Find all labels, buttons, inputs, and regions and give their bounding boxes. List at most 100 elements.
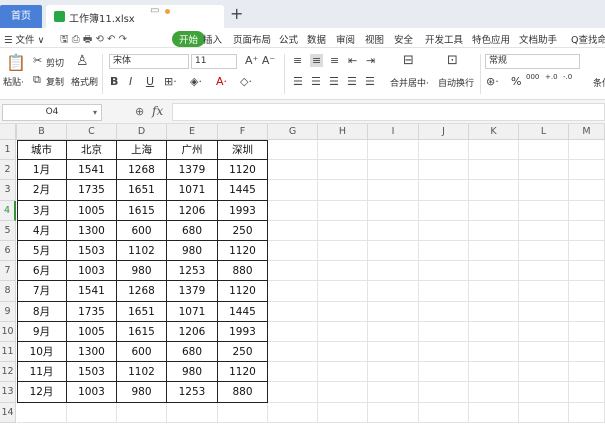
table-cell[interactable]: 250: [218, 220, 268, 241]
table-cell[interactable]: 3月: [17, 200, 67, 221]
column-header[interactable]: D: [117, 124, 167, 140]
empty-cell[interactable]: [318, 160, 368, 181]
menu-insert[interactable]: 插入: [203, 32, 222, 46]
table-cell[interactable]: 600: [117, 342, 167, 363]
row-header[interactable]: 8: [0, 281, 16, 302]
empty-cell[interactable]: [268, 362, 318, 383]
name-box[interactable]: O4 ▾: [2, 104, 102, 121]
row-header[interactable]: 14: [0, 402, 16, 423]
border-icon[interactable]: ⊞·: [164, 75, 177, 88]
zoom-icon[interactable]: ⊕: [135, 105, 144, 118]
decrease-decimal-icon[interactable]: -.0: [563, 73, 572, 81]
table-cell[interactable]: 1005: [67, 321, 117, 342]
table-cell[interactable]: 1735: [67, 180, 117, 201]
empty-cell[interactable]: [569, 160, 605, 181]
empty-cell[interactable]: [67, 402, 117, 423]
table-cell[interactable]: 250: [218, 342, 268, 363]
empty-cell[interactable]: [519, 180, 569, 201]
function-icon[interactable]: fx: [152, 104, 163, 118]
empty-cell[interactable]: [368, 200, 419, 221]
empty-cell[interactable]: [469, 241, 519, 262]
copy-button[interactable]: 复制: [46, 75, 64, 88]
empty-cell[interactable]: [368, 220, 419, 241]
tab-workbook[interactable]: 工作簿11.xlsx: [46, 5, 224, 28]
justify-icon[interactable]: ☰: [347, 75, 357, 88]
empty-cell[interactable]: [318, 220, 368, 241]
column-header[interactable]: C: [67, 124, 117, 140]
select-all-corner[interactable]: [0, 124, 16, 140]
table-cell[interactable]: 4月: [17, 220, 67, 241]
align-top-icon[interactable]: ≡: [293, 54, 302, 67]
table-cell[interactable]: 880: [218, 261, 268, 282]
menu-review[interactable]: 审阅: [336, 32, 355, 46]
font-name-select[interactable]: 宋体: [109, 54, 189, 69]
empty-cell[interactable]: [419, 281, 469, 302]
empty-cell[interactable]: [469, 220, 519, 241]
row-header[interactable]: 11: [0, 342, 16, 363]
row-header[interactable]: 3: [0, 180, 16, 201]
empty-cell[interactable]: [519, 220, 569, 241]
table-cell[interactable]: 1735: [67, 301, 117, 322]
menu-security[interactable]: 安全: [394, 32, 413, 46]
empty-cell[interactable]: [519, 402, 569, 423]
empty-cell[interactable]: [519, 140, 569, 161]
empty-cell[interactable]: [167, 402, 218, 423]
empty-cell[interactable]: [318, 281, 368, 302]
table-cell[interactable]: 1993: [218, 200, 268, 221]
empty-cell[interactable]: [519, 362, 569, 383]
table-cell[interactable]: 1206: [167, 200, 218, 221]
tab-home[interactable]: 首页: [0, 5, 42, 28]
row-header[interactable]: 9: [0, 301, 16, 322]
empty-cell[interactable]: [469, 321, 519, 342]
empty-cell[interactable]: [469, 382, 519, 403]
table-cell[interactable]: 1541: [67, 281, 117, 302]
empty-cell[interactable]: [419, 200, 469, 221]
table-cell[interactable]: 1541: [67, 160, 117, 181]
empty-cell[interactable]: [569, 342, 605, 363]
empty-cell[interactable]: [318, 342, 368, 363]
column-header[interactable]: J: [419, 124, 469, 140]
empty-cell[interactable]: [318, 362, 368, 383]
underline-icon[interactable]: U: [146, 75, 154, 88]
empty-cell[interactable]: [569, 362, 605, 383]
row-header[interactable]: 5: [0, 220, 16, 241]
table-cell[interactable]: 11月: [17, 362, 67, 383]
empty-cell[interactable]: [419, 362, 469, 383]
empty-cell[interactable]: [419, 321, 469, 342]
table-cell[interactable]: 680: [167, 342, 218, 363]
table-cell[interactable]: 680: [167, 220, 218, 241]
table-cell[interactable]: 880: [218, 382, 268, 403]
table-cell[interactable]: 1071: [167, 301, 218, 322]
column-header[interactable]: I: [368, 124, 419, 140]
empty-cell[interactable]: [368, 321, 419, 342]
empty-cell[interactable]: [519, 321, 569, 342]
formula-input[interactable]: [172, 103, 605, 121]
empty-cell[interactable]: [519, 261, 569, 282]
fill-color-icon[interactable]: ◈·: [190, 75, 202, 88]
empty-cell[interactable]: [368, 180, 419, 201]
wrap-text-button[interactable]: 自动换行: [438, 76, 474, 89]
paste-button[interactable]: 粘贴·: [3, 75, 24, 88]
align-middle-icon[interactable]: ≡: [310, 54, 324, 67]
currency-icon[interactable]: ⊛·: [486, 75, 499, 88]
table-cell[interactable]: 8月: [17, 301, 67, 322]
column-header[interactable]: K: [469, 124, 519, 140]
save-icon[interactable]: 🖫 ⎙ 🖶 ⟲ ↶ ↷: [60, 32, 127, 49]
align-bottom-icon[interactable]: ≡: [330, 54, 339, 67]
menu-start[interactable]: 开始: [172, 31, 206, 47]
empty-cell[interactable]: [268, 321, 318, 342]
font-grow-icon[interactable]: A⁺ A⁻: [245, 54, 275, 67]
table-cell[interactable]: 1268: [117, 281, 167, 302]
merge-center-icon[interactable]: ⊟: [403, 53, 414, 68]
empty-cell[interactable]: [569, 281, 605, 302]
font-color-icon[interactable]: A·: [216, 75, 227, 88]
row-header[interactable]: 4: [0, 200, 16, 221]
table-cell[interactable]: 1651: [117, 301, 167, 322]
empty-cell[interactable]: [419, 382, 469, 403]
empty-cell[interactable]: [268, 301, 318, 322]
empty-cell[interactable]: [419, 301, 469, 322]
empty-cell[interactable]: [469, 362, 519, 383]
empty-cell[interactable]: [569, 180, 605, 201]
empty-cell[interactable]: [368, 241, 419, 262]
empty-cell[interactable]: [569, 321, 605, 342]
